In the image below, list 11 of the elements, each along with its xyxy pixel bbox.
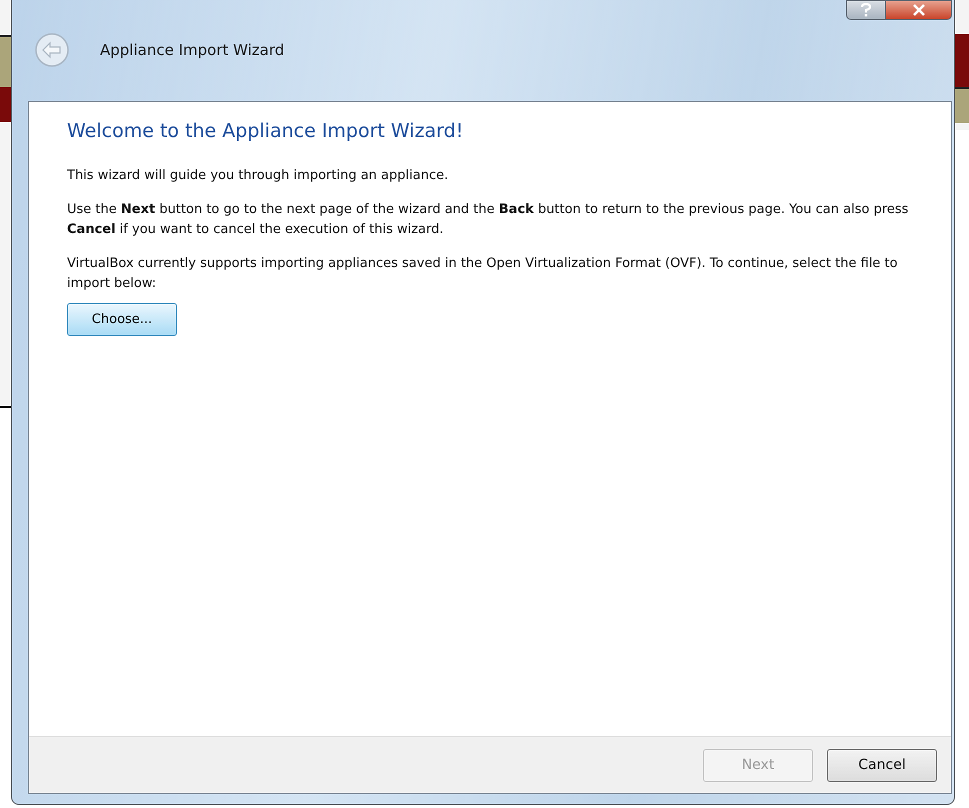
choose-button[interactable]: Choose...	[67, 303, 177, 336]
help-icon	[860, 3, 872, 17]
cancel-button[interactable]: Cancel	[827, 748, 937, 782]
help-button[interactable]	[846, 0, 886, 20]
window-title: Appliance Import Wizard	[100, 40, 284, 58]
page-heading: Welcome to the Appliance Import Wizard!	[67, 120, 464, 142]
description-text: VirtualBox currently supports importing appliances saved in the Open Virtualization Format (OVF). To continue, select the file to import below:	[67, 255, 899, 293]
close-icon	[912, 4, 926, 16]
close-button[interactable]	[886, 0, 952, 20]
description-text: This wizard will guide you through importing an appliance.	[67, 167, 450, 185]
description-text: Use the Next button to go to the next page of the wizard and the Back button to return to the previous page. You can also press Cancel if you want to cancel the execution of this wizard.	[67, 201, 910, 239]
